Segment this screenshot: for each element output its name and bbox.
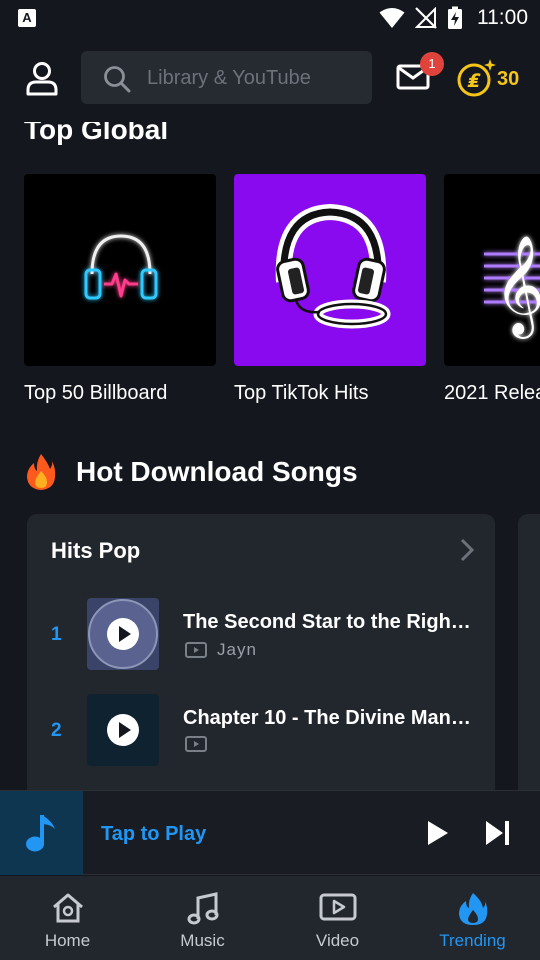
wifi-icon: [379, 8, 405, 28]
playlist-label: 2021 Relea: [444, 382, 540, 404]
play-circle-icon[interactable]: [106, 617, 140, 651]
status-bar: A 11:00: [0, 0, 540, 36]
mail-badge: 1: [420, 52, 444, 76]
tap-to-play-label[interactable]: Tap to Play: [101, 823, 206, 846]
nav-label: Trending: [439, 931, 506, 950]
nav-music[interactable]: Music: [135, 876, 270, 960]
coin-button[interactable]: ₤: [456, 58, 496, 98]
song-rank: 1: [51, 624, 62, 645]
home-icon: [52, 893, 83, 923]
header: Library & YouTube 1 ₤ 30: [0, 50, 540, 106]
youtube-source-icon: [185, 642, 207, 658]
clock: 11:00: [477, 6, 528, 29]
play-button[interactable]: [424, 819, 450, 847]
profile-button[interactable]: [24, 60, 60, 96]
nav-trending[interactable]: Trending: [405, 876, 540, 960]
coin-icon: ₤: [457, 59, 496, 97]
svg-text:𝄞: 𝄞: [494, 235, 540, 339]
playlist-label: Top 50 Billboard: [24, 382, 168, 404]
bottom-nav: Home Music Video Trending: [0, 876, 540, 960]
user-icon: [26, 62, 58, 96]
nav-video[interactable]: Video: [270, 876, 405, 960]
video-icon: [319, 893, 356, 921]
playlist-card-billboard[interactable]: Top 50 Billboard: [24, 174, 216, 405]
song-meta: Jayn: [185, 640, 257, 660]
nav-home[interactable]: Home: [0, 876, 135, 960]
search-placeholder: Library & YouTube: [147, 67, 311, 89]
svg-text:₤: ₤: [467, 70, 481, 92]
song-row[interactable]: 2 Chapter 10 - The Divine Manifestations…: [27, 694, 495, 766]
song-panel-next[interactable]: [518, 514, 540, 790]
music-note-icon: [26, 815, 55, 852]
chevron-right-icon: [460, 538, 475, 562]
song-meta: [185, 736, 207, 752]
flame-icon: [458, 893, 487, 925]
panel-title: Hits Pop: [51, 538, 141, 563]
nav-label: Video: [315, 931, 360, 950]
song-rank: 2: [51, 720, 62, 741]
playlist-card-2021-releases[interactable]: 𝄞 2021 Relea: [444, 174, 540, 405]
status-icons: 11:00: [379, 6, 528, 30]
nav-label: Music: [180, 931, 225, 950]
content-scroll[interactable]: Top Global Top 50 Billboard Top TikTok H…: [0, 122, 540, 790]
mini-player[interactable]: Tap to Play: [0, 790, 540, 875]
youtube-source-icon: [185, 736, 207, 752]
section-title-top-global: Top Global: [24, 122, 169, 145]
music-icon: [187, 892, 218, 925]
mini-player-art: [0, 791, 83, 875]
search-input[interactable]: Library & YouTube: [81, 51, 372, 104]
playlist-card-tiktok[interactable]: Top TikTok Hits: [234, 174, 426, 405]
app-notification-icon: A: [18, 9, 36, 27]
hot-download-header: Hot Download Songs: [26, 452, 358, 492]
playlist-label: Top TikTok Hits: [234, 382, 369, 404]
playlist-art: 𝄞: [444, 174, 540, 366]
treble-clef-icon: 𝄞: [484, 235, 540, 339]
search-icon: [104, 66, 131, 93]
battery-charging-icon: [448, 6, 462, 29]
skip-next-button[interactable]: [484, 819, 512, 847]
song-artist: Jayn: [217, 640, 257, 659]
fire-icon: [27, 454, 56, 490]
headphones-sticker-icon: [275, 203, 391, 329]
song-row[interactable]: 1 Star Talk The Second Star to the Right…: [27, 598, 495, 670]
hot-download-title: Hot Download Songs: [76, 456, 358, 487]
coin-count: 30: [497, 68, 520, 90]
playlist-art: [24, 174, 216, 366]
song-panel-hits-pop: Hits Pop 1 Star Talk The Second Star to …: [27, 514, 495, 790]
panel-more-button[interactable]: [459, 538, 475, 567]
neon-headphones-icon: [84, 234, 158, 300]
nav-label: Home: [44, 931, 91, 950]
no-signal-icon: [415, 7, 437, 29]
play-circle-icon[interactable]: [106, 713, 140, 747]
playlist-art: [234, 174, 426, 366]
song-title: The Second Star to the Right (Disney), K…: [183, 611, 473, 633]
song-title: Chapter 10 - The Divine Manifestations -…: [183, 707, 473, 729]
